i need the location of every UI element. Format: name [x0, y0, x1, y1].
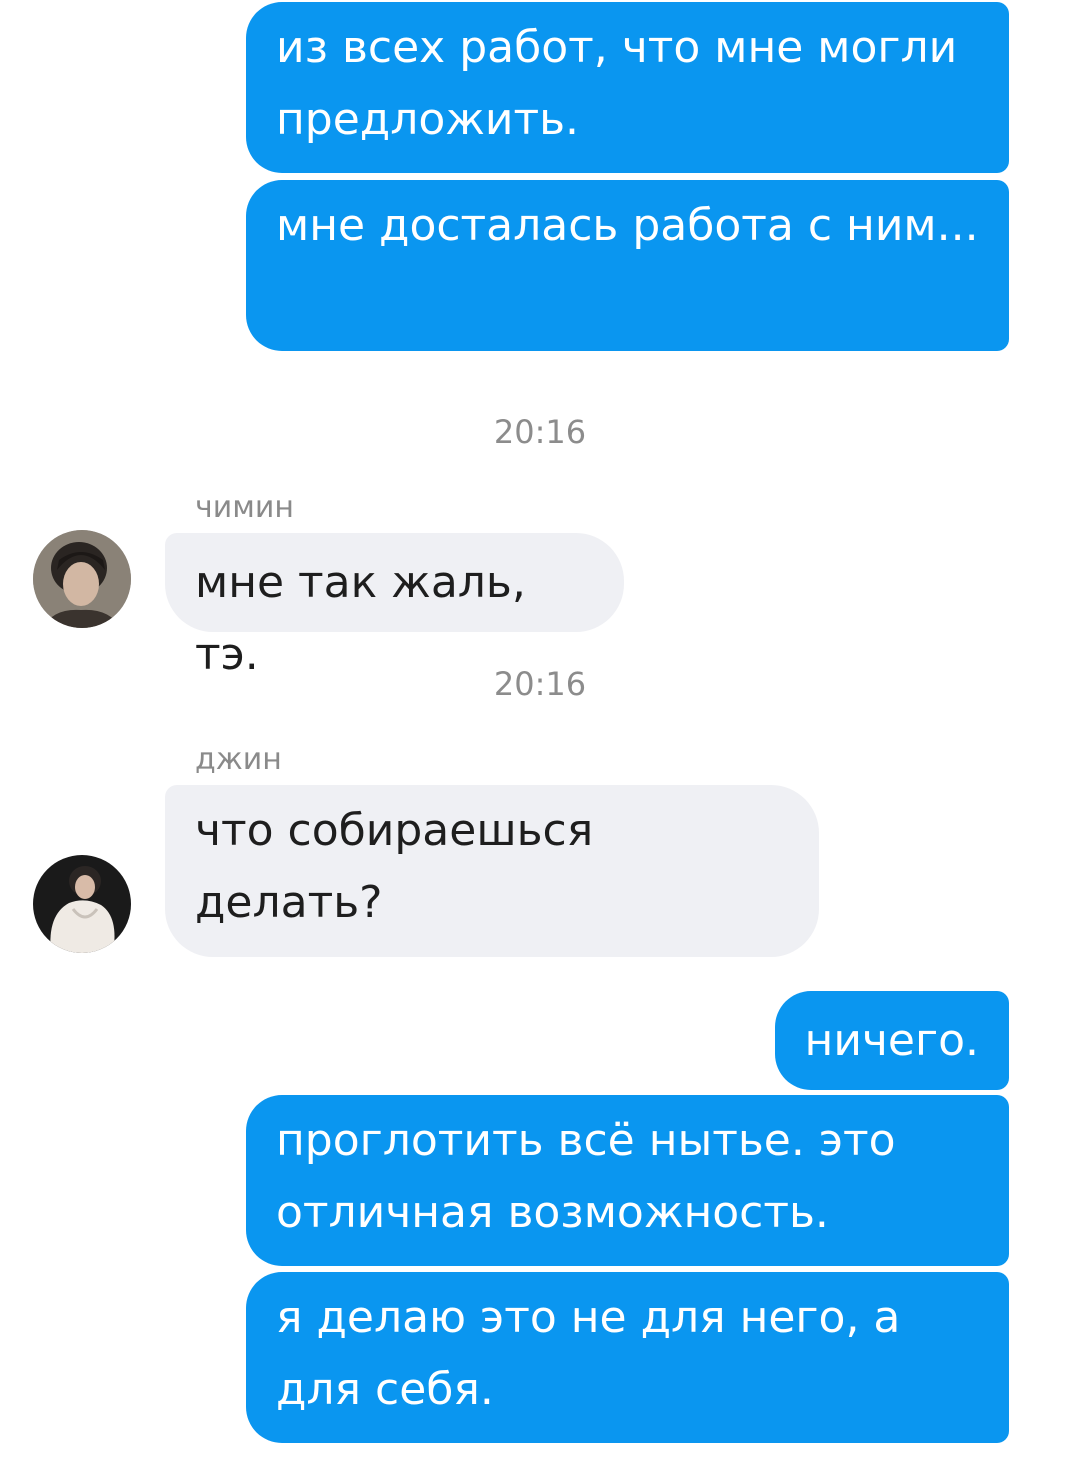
message-text: мне досталась работа с ним... [276, 200, 979, 251]
outgoing-message[interactable]: проглотить всё нытье. это отличная возмо… [246, 1095, 1009, 1266]
message-text: мне так жаль, тэ. [195, 557, 526, 680]
message-text: из всех работ, что мне могли предложить. [276, 22, 958, 145]
message-text: что собираешься делать? [195, 805, 594, 928]
message-text: проглотить всё нытье. это отличная возмо… [276, 1115, 896, 1238]
sender-name: джин [195, 742, 282, 777]
timestamp: 20:16 [493, 413, 587, 451]
timestamp: 20:16 [493, 665, 587, 703]
message-text: я делаю это не для него, а для себя. [276, 1292, 901, 1415]
incoming-message[interactable]: мне так жаль, тэ. [165, 533, 624, 680]
sender-name: чимин [195, 490, 294, 525]
jimin-avatar-icon[interactable] [33, 530, 131, 628]
outgoing-message[interactable]: мне досталась работа с ним... [246, 180, 1009, 351]
incoming-message[interactable]: что собираешься делать? [165, 785, 819, 957]
outgoing-message[interactable]: я делаю это не для него, а для себя. [246, 1272, 1009, 1443]
message-text: ничего. [804, 1015, 979, 1066]
outgoing-message[interactable]: из всех работ, что мне могли предложить. [246, 2, 1009, 173]
outgoing-message[interactable]: ничего. [774, 991, 1009, 1090]
jin-avatar-icon[interactable] [33, 855, 131, 953]
